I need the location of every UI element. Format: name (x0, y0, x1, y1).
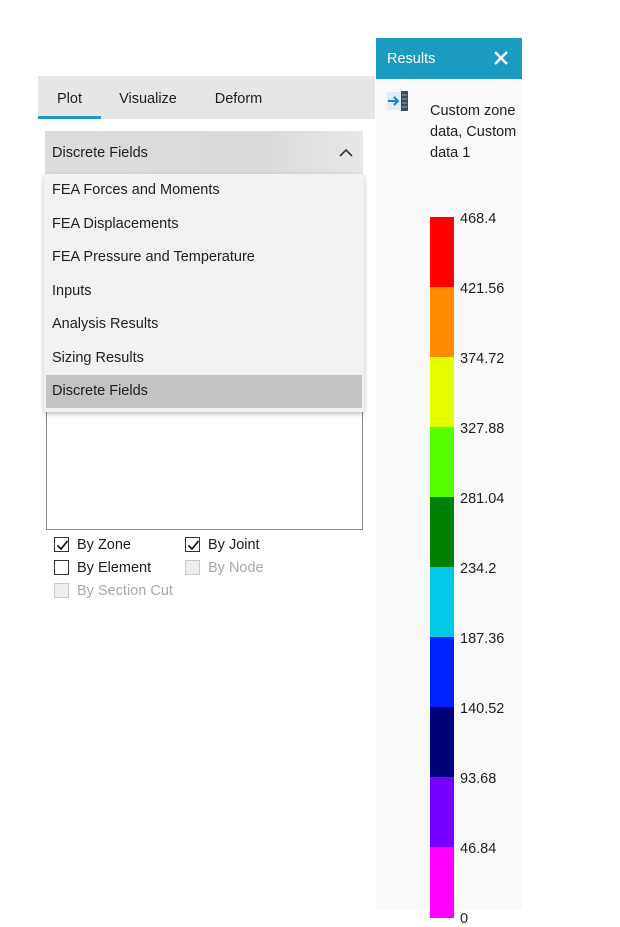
legend-color-segment (430, 497, 454, 568)
legend-color-segment (430, 567, 454, 638)
field-type-dropdown: FEA Forces and Moments FEA Displacements… (44, 174, 364, 412)
legend-value-label: 468.4 (460, 211, 497, 227)
dropdown-item-analysis-results[interactable]: Analysis Results (44, 308, 364, 341)
checkmark-icon (56, 540, 69, 551)
legend-value-label: 140.52 (460, 701, 505, 717)
legend-color-segment (430, 427, 454, 498)
legend-title-line: data 1 (430, 145, 471, 161)
by-node-label: By Node (208, 560, 264, 576)
chevron-up-icon (339, 148, 353, 157)
legend-title: Custom zone data, Custom data 1 (430, 101, 522, 164)
legend-value-label: 281.04 (460, 491, 505, 507)
by-zone-label: By Zone (77, 537, 131, 553)
color-legend-bar (430, 217, 454, 918)
tab-plot[interactable]: Plot (38, 76, 101, 119)
combobox-selected-value: Discrete Fields (52, 145, 148, 161)
plot-panel: Plot Visualize Deform Discrete Fields FE… (38, 76, 375, 616)
checkbox-box (54, 537, 69, 552)
legend-title-line: data, Custom (430, 124, 517, 140)
close-icon[interactable] (492, 49, 510, 67)
tab-visualize[interactable]: Visualize (111, 76, 185, 119)
legend-value-label: 187.36 (460, 631, 505, 647)
tab-deform[interactable]: Deform (208, 76, 269, 119)
legend-color-segment (430, 217, 454, 288)
dropdown-item-sizing-results[interactable]: Sizing Results (44, 342, 364, 375)
by-element-label: By Element (77, 560, 152, 576)
checkbox-box (185, 560, 200, 575)
dock-pin-icon[interactable] (387, 91, 409, 111)
tab-bar: Plot Visualize Deform (38, 76, 375, 119)
legend-value-label: 421.56 (460, 281, 505, 297)
legend-value-label: 0 (460, 911, 469, 927)
legend-color-segment (430, 357, 454, 428)
results-body: Custom zone data, Custom data 1 468.4 421… (376, 79, 522, 927)
legend-value-label: 234.2 (460, 561, 497, 577)
checkbox-box (54, 560, 69, 575)
dropdown-item-discrete-fields[interactable]: Discrete Fields (46, 375, 362, 408)
checkmark-icon (187, 540, 200, 551)
legend-value-label: 93.68 (460, 771, 497, 787)
field-type-combobox[interactable]: Discrete Fields (45, 131, 363, 175)
checkbox-box (54, 583, 69, 598)
dropdown-item-inputs[interactable]: Inputs (44, 275, 364, 308)
legend-color-segment (430, 707, 454, 778)
legend-value-label: 374.72 (460, 351, 505, 367)
dropdown-item-fea-pressure[interactable]: FEA Pressure and Temperature (44, 241, 364, 274)
dropdown-item-fea-forces[interactable]: FEA Forces and Moments (44, 174, 364, 207)
checkbox-box (185, 537, 200, 552)
results-header: Results (376, 38, 522, 79)
legend-title-line: Custom zone (430, 103, 516, 119)
legend-value-label: 46.84 (460, 841, 497, 857)
legend-color-segment (430, 637, 454, 708)
results-panel: Results Custom zone data, Custom data 1 … (376, 38, 522, 927)
legend-value-label: 327.88 (460, 421, 505, 437)
legend-color-segment (430, 287, 454, 358)
by-joint-label: By Joint (208, 537, 260, 553)
legend-color-segment (430, 847, 454, 918)
dropdown-item-fea-displacements[interactable]: FEA Displacements (44, 208, 364, 241)
legend-color-segment (430, 777, 454, 848)
results-title: Results (387, 51, 436, 67)
field-list[interactable] (46, 412, 363, 530)
by-section-cut-label: By Section Cut (77, 583, 173, 599)
